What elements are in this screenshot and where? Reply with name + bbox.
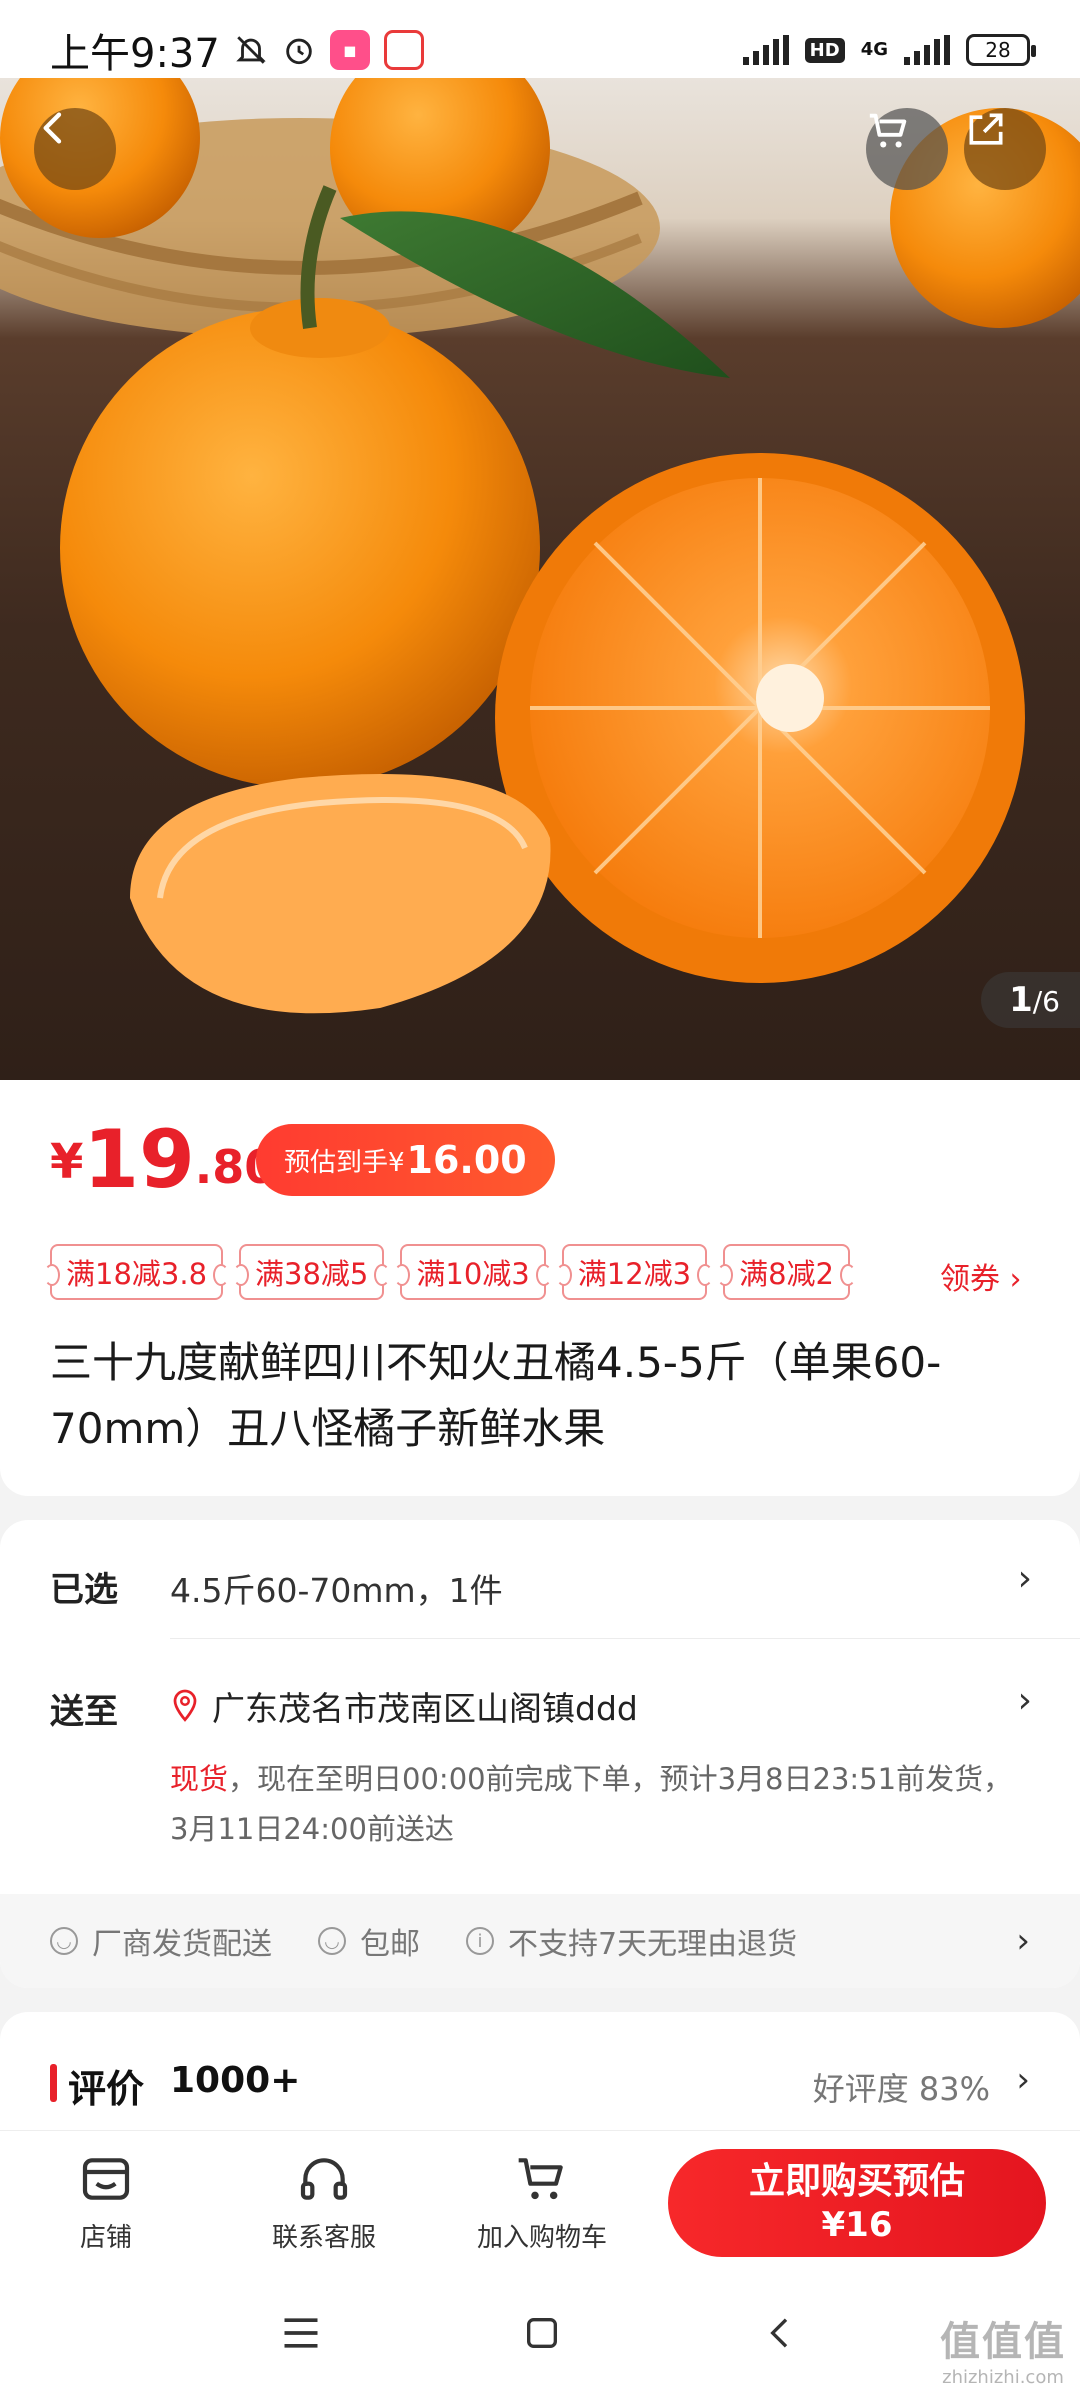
service-label: 包邮 — [360, 1927, 420, 1962]
headset-icon — [300, 2158, 348, 2200]
address-text: 广东茂名市茂南区山阁镇ddd — [212, 1689, 638, 1728]
info-icon: i — [466, 1927, 494, 1955]
cart-icon — [869, 113, 907, 148]
image-current: 1 — [1009, 980, 1033, 1020]
watermark: 值值值 zhizhizhi.com — [940, 2309, 1066, 2388]
add-to-cart-button[interactable]: 加入购物车 — [442, 2151, 642, 2254]
service-bar[interactable]: ◡ 厂商发货配送 ◡ 包邮 i 不支持7天无理由退货 › — [0, 1894, 1080, 1988]
chevron-right-icon[interactable]: › — [1018, 1680, 1032, 1721]
store-icon — [82, 2158, 130, 2200]
image-page-indicator: 1/6 — [981, 972, 1080, 1028]
service-label: 不支持7天无理由退货 — [508, 1927, 798, 1962]
product-image-gallery[interactable]: 1/6 — [0, 78, 1080, 1080]
bell-muted-icon — [234, 33, 268, 67]
price-integer: 19 — [83, 1113, 195, 1206]
product-photo — [0, 78, 1080, 1014]
price-symbol: ¥ — [50, 1134, 84, 1190]
hd-badge: HD — [804, 37, 845, 63]
battery-icon: 28 — [966, 34, 1036, 66]
price-card: ¥ 19 .80 预估到手¥ 16.00 满18减3.8 满38减5 满10减3… — [0, 1080, 1080, 1496]
status-time: 上午9:37 — [50, 31, 220, 77]
coupon-tag[interactable]: 满8减2 — [717, 1244, 856, 1300]
location-pin-icon — [173, 1689, 197, 1722]
coupon-tag[interactable]: 满18减3.8 — [43, 1244, 230, 1300]
coupon-list: 满18减3.8 满38减5 满10减3 满12减3 满8减2 — [43, 1244, 856, 1300]
selected-label: 已选 — [50, 1570, 118, 1610]
network-type: 4G — [860, 39, 888, 60]
cart-icon — [518, 2158, 563, 2200]
estimate-label: 预估到手¥ — [284, 1147, 405, 1178]
delivery-info: 现货，现在至明日00:00前完成下单，预计3月8日23:51前发货，3月11日2… — [170, 1754, 1030, 1854]
address-row[interactable]: 广东茂名市茂南区山阁镇ddd — [170, 1682, 638, 1730]
stock-status: 现货 — [170, 1762, 229, 1796]
chevron-right-icon[interactable]: › — [1016, 2060, 1030, 2100]
share-button[interactable] — [964, 108, 1046, 190]
app-notification-icon: ◼ — [329, 30, 370, 70]
watermark-main: 值值值 — [940, 2319, 1066, 2365]
service-label: 厂商发货配送 — [92, 1927, 272, 1962]
estimated-price-badge: 预估到手¥ 16.00 — [256, 1124, 555, 1196]
coupon-tag[interactable]: 满10减3 — [394, 1244, 553, 1300]
bottom-action-bar: 店铺 联系客服 加入购物车 立即购买预估 ¥16 — [0, 2130, 1080, 2270]
delivery-text: ，现在至明日00:00前完成下单，预计3月8日23:51前发货，3月11日24:… — [170, 1762, 1013, 1846]
watermark-sub: zhizhizhi.com — [942, 2367, 1064, 2388]
signal-icon — [742, 35, 789, 65]
back-nav-icon[interactable] — [761, 2313, 801, 2357]
price: ¥ 19 .80 — [50, 1120, 276, 1200]
add-to-cart-label: 加入购物车 — [476, 2223, 607, 2253]
store-label: 店铺 — [79, 2223, 132, 2253]
review-count: 1000+ — [170, 2060, 301, 2101]
home-icon[interactable] — [522, 2313, 562, 2357]
selected-spec[interactable]: 4.5斤60-70mm，1件 — [170, 1564, 503, 1612]
store-button[interactable]: 店铺 — [6, 2151, 206, 2254]
chevron-right-icon[interactable]: › — [1016, 1921, 1030, 1961]
service-item: i 不支持7天无理由退货 — [466, 1919, 797, 1963]
shopping-app-icon — [383, 30, 424, 70]
alarm-icon — [282, 33, 316, 67]
customer-service-button[interactable]: 联系客服 — [224, 2151, 424, 2254]
image-total: /6 — [1032, 985, 1060, 1018]
share-icon — [969, 113, 1003, 145]
cart-button[interactable] — [866, 108, 948, 190]
selection-card: 已选 4.5斤60-70mm，1件 › 送至 广东茂名市茂南区山阁镇ddd › … — [0, 1520, 1080, 1988]
ship-to-label: 送至 — [50, 1692, 118, 1732]
review-card[interactable]: 评价 1000+ 好评度 83% › — [0, 2012, 1080, 2132]
menu-icon[interactable] — [279, 2313, 323, 2357]
divider — [170, 1638, 1080, 1639]
buy-now-button[interactable]: 立即购买预估 ¥16 — [668, 2149, 1046, 2257]
section-accent-bar — [50, 2064, 57, 2102]
product-title: 三十九度献鲜四川不知火丑橘4.5-5斤（单果60-70mm）丑八怪橘子新鲜水果 — [50, 1338, 942, 1453]
review-title: 评价 — [68, 2067, 145, 2111]
smile-icon: ◡ — [50, 1927, 78, 1955]
coupon-tag[interactable]: 满12减3 — [555, 1244, 714, 1300]
estimate-value: 16.00 — [406, 1138, 527, 1182]
chevron-right-icon[interactable]: › — [1018, 1558, 1032, 1599]
positive-rate: 好评度 83% — [812, 2070, 990, 2108]
system-navigation-bar: 值值值 zhizhizhi.com — [0, 2270, 1080, 2400]
customer-service-label: 联系客服 — [271, 2223, 376, 2253]
chevron-left-icon — [43, 112, 62, 144]
coupon-tag[interactable]: 满38减5 — [233, 1244, 391, 1300]
back-button[interactable] — [34, 108, 116, 190]
get-coupon-link[interactable]: 领券 › — [940, 1254, 1022, 1298]
service-item: ◡ 厂商发货配送 — [50, 1919, 272, 1963]
buy-now-label: 立即购买预估 — [748, 2161, 965, 2203]
smile-icon: ◡ — [318, 1927, 346, 1955]
buy-now-price: ¥16 — [821, 2205, 893, 2246]
service-item: ◡ 包邮 — [318, 1919, 420, 1963]
signal-icon-2 — [904, 35, 950, 65]
battery-level: 28 — [985, 38, 1011, 62]
